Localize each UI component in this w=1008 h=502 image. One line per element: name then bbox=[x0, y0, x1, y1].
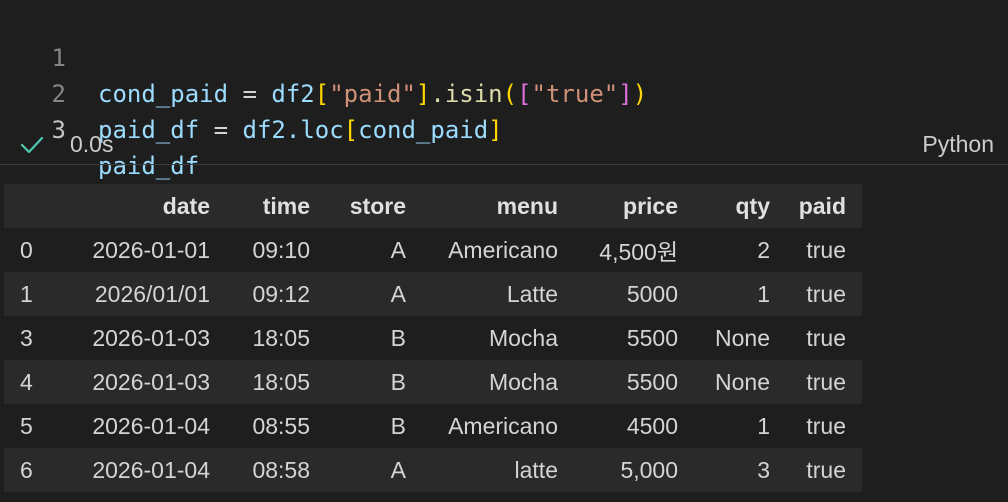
table-row: 6 2026-01-04 08:58 A latte 5,000 3 true bbox=[4, 448, 862, 492]
kernel-name[interactable]: Python bbox=[922, 130, 994, 158]
column-header-menu: menu bbox=[496, 192, 558, 219]
cell-qty: 2 bbox=[757, 236, 770, 263]
cell-date: 2026-01-04 bbox=[92, 456, 210, 483]
row-index: 0 bbox=[20, 236, 33, 263]
code-cell[interactable]: 1 cond_paid = df2["paid"].isin(["true"])… bbox=[0, 0, 1008, 180]
cell-paid: true bbox=[806, 236, 846, 263]
cell-menu: Latte bbox=[506, 280, 558, 307]
cell-date: 2026-01-04 bbox=[92, 412, 210, 439]
table-row: 1 2026/01/01 09:12 A Latte 5000 1 true bbox=[4, 272, 862, 316]
column-header-date: date bbox=[162, 192, 210, 219]
cell-menu: latte bbox=[514, 456, 558, 483]
column-header-store: store bbox=[349, 192, 406, 219]
execution-time: 0.0s bbox=[70, 131, 114, 157]
cell-paid: true bbox=[806, 368, 846, 395]
code-line-2[interactable]: 2 paid_df = df2.loc[cond_paid] bbox=[0, 40, 1008, 144]
cell-store: B bbox=[390, 324, 406, 351]
cell-date: 2026-01-03 bbox=[92, 368, 210, 395]
cell-paid: true bbox=[806, 324, 846, 351]
cell-price: 5500 bbox=[626, 324, 678, 351]
table-row: 4 2026-01-03 18:05 B Mocha 5500 None tru… bbox=[4, 360, 862, 404]
cell-paid: true bbox=[806, 412, 846, 439]
dataframe-table: date time store menu price qty paid 0 20… bbox=[4, 184, 862, 492]
cell-menu: Mocha bbox=[488, 324, 558, 351]
cell-date: 2026-01-03 bbox=[92, 324, 210, 351]
cell-store: B bbox=[390, 368, 406, 395]
code-line-3[interactable]: 3 paid_df bbox=[0, 76, 1008, 180]
cell-paid: true bbox=[806, 456, 846, 483]
row-index: 5 bbox=[20, 412, 33, 439]
cell-time: 09:12 bbox=[252, 280, 310, 307]
cell-qty: None bbox=[715, 324, 770, 351]
cell-time: 08:58 bbox=[252, 456, 310, 483]
cell-time: 08:55 bbox=[252, 412, 310, 439]
cell-date: 2026/01/01 bbox=[94, 280, 210, 307]
cell-date: 2026-01-01 bbox=[92, 236, 210, 263]
cell-qty: 1 bbox=[757, 412, 770, 439]
row-index: 6 bbox=[20, 456, 33, 483]
cell-time: 09:10 bbox=[252, 236, 310, 263]
cell-status-bar: 0.0s Python bbox=[0, 124, 1008, 165]
cell-store: A bbox=[390, 456, 406, 483]
cell-price: 4,500원 bbox=[599, 239, 678, 265]
cell-menu: Americano bbox=[448, 412, 558, 439]
cell-qty: None bbox=[715, 368, 770, 395]
check-icon bbox=[20, 136, 44, 154]
cell-output: date time store menu price qty paid 0 20… bbox=[4, 184, 862, 492]
table-row: 5 2026-01-04 08:55 B Americano 4500 1 tr… bbox=[4, 404, 862, 448]
cell-price: 5,000 bbox=[620, 456, 678, 483]
cell-price: 5500 bbox=[626, 368, 678, 395]
table-header-row: date time store menu price qty paid bbox=[4, 184, 862, 228]
cell-qty: 3 bbox=[757, 456, 770, 483]
cell-paid: true bbox=[806, 280, 846, 307]
column-header-index bbox=[4, 184, 50, 228]
cell-time: 18:05 bbox=[252, 368, 310, 395]
table-row: 0 2026-01-01 09:10 A Americano 4,500원 2 … bbox=[4, 228, 862, 272]
cell-price: 4500 bbox=[626, 412, 678, 439]
column-header-qty: qty bbox=[735, 192, 771, 219]
column-header-time: time bbox=[262, 192, 310, 219]
cell-price: 5000 bbox=[626, 280, 678, 307]
cell-store: A bbox=[390, 236, 406, 263]
cell-menu: Mocha bbox=[488, 368, 558, 395]
cell-store: B bbox=[390, 412, 406, 439]
row-index: 4 bbox=[20, 368, 33, 395]
cell-qty: 1 bbox=[757, 280, 770, 307]
table-row: 3 2026-01-03 18:05 B Mocha 5500 None tru… bbox=[4, 316, 862, 360]
row-index: 3 bbox=[20, 324, 33, 351]
cell-store: A bbox=[390, 280, 406, 307]
column-header-paid: paid bbox=[798, 192, 846, 219]
row-index: 1 bbox=[20, 280, 33, 307]
code-line-1[interactable]: 1 cond_paid = df2["paid"].isin(["true"]) bbox=[0, 4, 1008, 108]
cell-time: 18:05 bbox=[252, 324, 310, 351]
column-header-price: price bbox=[623, 192, 678, 219]
cell-menu: Americano bbox=[448, 236, 558, 263]
